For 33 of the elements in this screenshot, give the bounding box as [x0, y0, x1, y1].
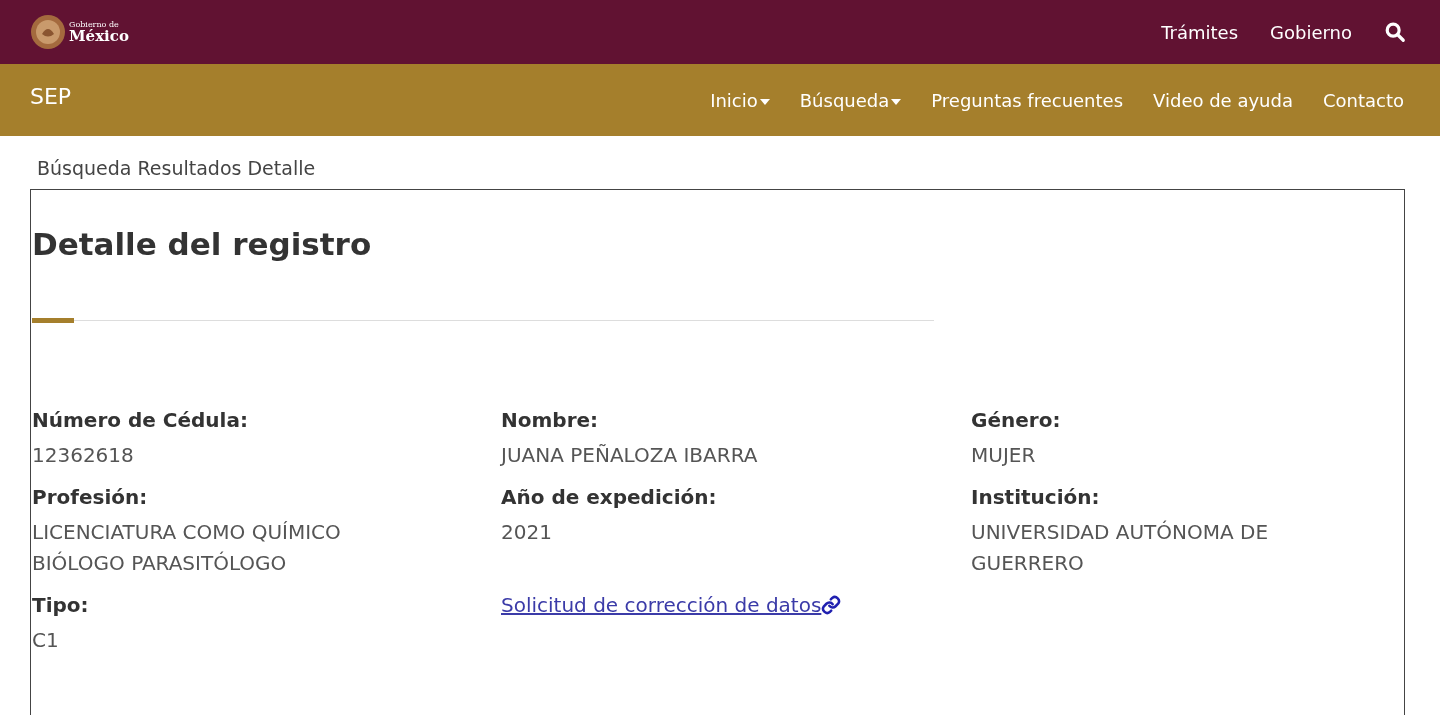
field-label: Tipo:	[32, 591, 90, 619]
card-title: Detalle del registro	[32, 224, 373, 264]
field-label: Nombre:	[501, 406, 600, 434]
emblem-icon	[30, 14, 66, 50]
link-icon	[821, 594, 842, 615]
nav-link[interactable]: Búsqueda	[799, 86, 902, 114]
caret-icon	[891, 99, 902, 105]
nav-link[interactable]: Video de ayuda	[1153, 86, 1293, 114]
field-value: MUJER	[971, 441, 1037, 469]
field-value: 2021	[501, 518, 553, 546]
nav-link[interactable]: Contacto	[1322, 86, 1404, 114]
field-label: Año de expedición:	[501, 483, 718, 511]
nav-link[interactable]: Inicio	[710, 86, 770, 114]
field-label: Institución:	[971, 483, 1101, 511]
field-value: UNIVERSIDAD AUTÓNOMA DE GUERRERO	[971, 518, 1270, 577]
field-value: LICENCIATURA COMO QUÍMICO BIÓLOGO PARASITÓLOGO	[32, 518, 342, 577]
header-link[interactable]: Gobierno	[1270, 18, 1352, 46]
accent-bar	[32, 317, 74, 323]
logo-subtitle: Gobierno de	[69, 20, 120, 29]
nav-link[interactable]: Preguntas frecuentes	[931, 86, 1124, 114]
field-label: Profesión:	[32, 483, 149, 511]
field-value: JUANA PEÑALOZA IBARRA	[501, 441, 759, 469]
logo-title: México	[69, 28, 129, 44]
site-title: SEP	[30, 82, 72, 111]
correction-request-link[interactable]: Solicitud de corrección de datos	[501, 590, 842, 619]
search-icon[interactable]	[1384, 21, 1406, 43]
field-value: 12362618	[32, 441, 135, 469]
caret-icon	[759, 99, 770, 105]
field-label: Género:	[971, 406, 1062, 434]
header-link[interactable]: Trámites	[1161, 18, 1239, 46]
field-value: C1	[32, 626, 60, 654]
field-label: Número de Cédula:	[32, 406, 249, 434]
breadcrumb: Búsqueda Resultados Detalle	[37, 157, 316, 179]
